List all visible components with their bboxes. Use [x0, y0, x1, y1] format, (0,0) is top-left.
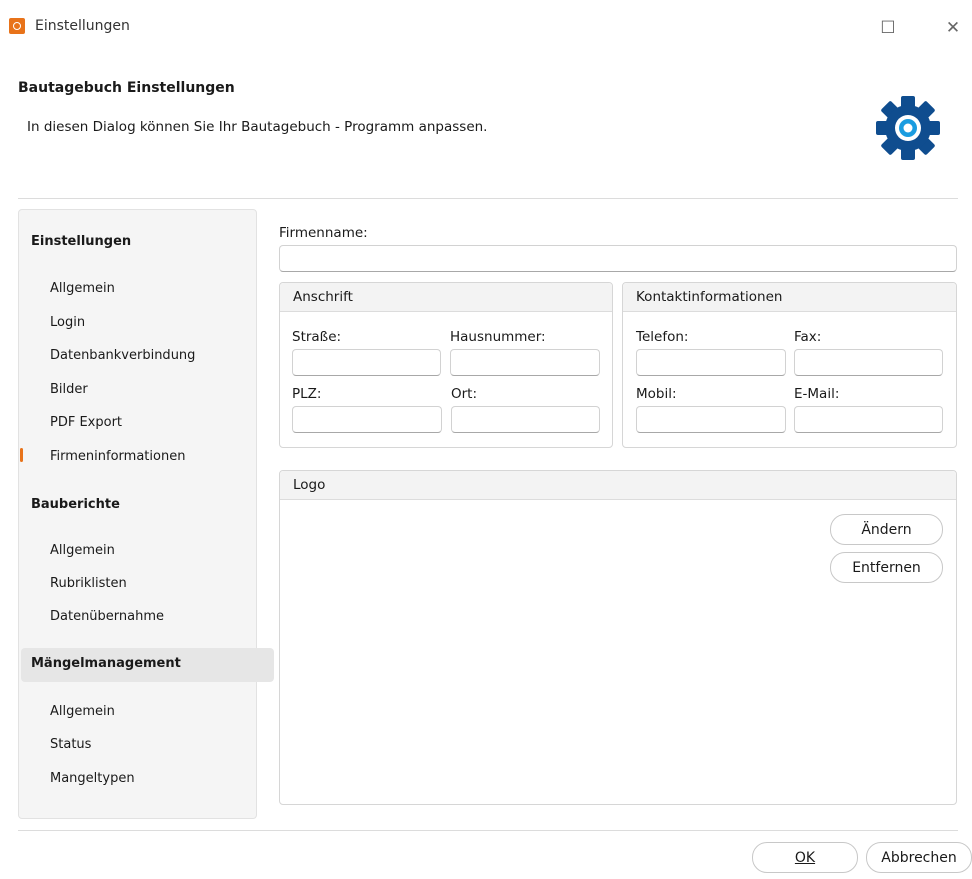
nav-item-pdf-export[interactable]: PDF Export [50, 415, 122, 430]
firmenname-label: Firmenname: [279, 225, 368, 241]
logo-panel-title: Logo [280, 471, 956, 500]
nav-item-login[interactable]: Login [50, 315, 85, 330]
gear-icon [876, 96, 940, 160]
nav-item-bilder[interactable]: Bilder [50, 382, 88, 397]
change-logo-button[interactable]: Ändern [830, 514, 943, 545]
telefon-input[interactable] [636, 349, 786, 376]
firmenname-input[interactable] [279, 245, 957, 272]
nav-item-mangeltypen[interactable]: Mangeltypen [50, 771, 135, 786]
page-title: Bautagebuch Einstellungen [18, 80, 235, 96]
cancel-button[interactable]: Abbrechen [866, 842, 972, 873]
nav-item-allgemein[interactable]: Allgemein [50, 281, 115, 296]
email-label: E-Mail: [794, 386, 840, 402]
hausnummer-label: Hausnummer: [450, 329, 546, 345]
header-divider [18, 198, 958, 199]
title-bar: Einstellungen ☐ ✕ [0, 0, 972, 46]
anschrift-panel-title: Anschrift [280, 283, 612, 312]
nav-item-datenuebernahme[interactable]: Datenübernahme [50, 609, 164, 624]
settings-nav: Einstellungen Allgemein Login Datenbankv… [18, 209, 274, 819]
close-button[interactable]: ✕ [933, 14, 972, 42]
nav-item-datenbankverbindung[interactable]: Datenbankverbindung [50, 348, 195, 363]
fax-input[interactable] [794, 349, 943, 376]
strasse-input[interactable] [292, 349, 441, 376]
ok-button[interactable]: OK [752, 842, 858, 873]
app-icon [9, 18, 25, 34]
nav-item-maengel-allgemein[interactable]: Allgemein [50, 704, 115, 719]
fax-label: Fax: [794, 329, 822, 345]
nav-group-maengelmanagement: Mängelmanagement [31, 656, 181, 671]
nav-item-bauberichte-allgemein[interactable]: Allgemein [50, 543, 115, 558]
footer-divider [18, 830, 958, 831]
kontakt-panel-title: Kontaktinformationen [623, 283, 956, 312]
nav-item-firmeninformationen[interactable]: Firmeninformationen [50, 449, 185, 464]
hausnummer-input[interactable] [450, 349, 600, 376]
plz-input[interactable] [292, 406, 442, 433]
window-title: Einstellungen [35, 18, 130, 34]
email-input[interactable] [794, 406, 943, 433]
ort-input[interactable] [451, 406, 600, 433]
strasse-label: Straße: [292, 329, 342, 345]
maximize-button[interactable]: ☐ [868, 14, 908, 42]
ok-button-label: OK [794, 849, 816, 866]
page-description: In diesen Dialog können Sie Ihr Bautageb… [27, 119, 488, 135]
plz-label: PLZ: [292, 386, 322, 402]
nav-group-bauberichte: Bauberichte [31, 497, 120, 512]
nav-group-einstellungen: Einstellungen [31, 234, 132, 249]
remove-logo-button[interactable]: Entfernen [830, 552, 943, 583]
telefon-label: Telefon: [636, 329, 689, 345]
mobil-label: Mobil: [636, 386, 677, 402]
mobil-input[interactable] [636, 406, 786, 433]
ort-label: Ort: [451, 386, 478, 402]
nav-item-rubriklisten[interactable]: Rubriklisten [50, 576, 127, 591]
nav-item-status[interactable]: Status [50, 737, 91, 752]
nav-selection-indicator [20, 448, 23, 462]
